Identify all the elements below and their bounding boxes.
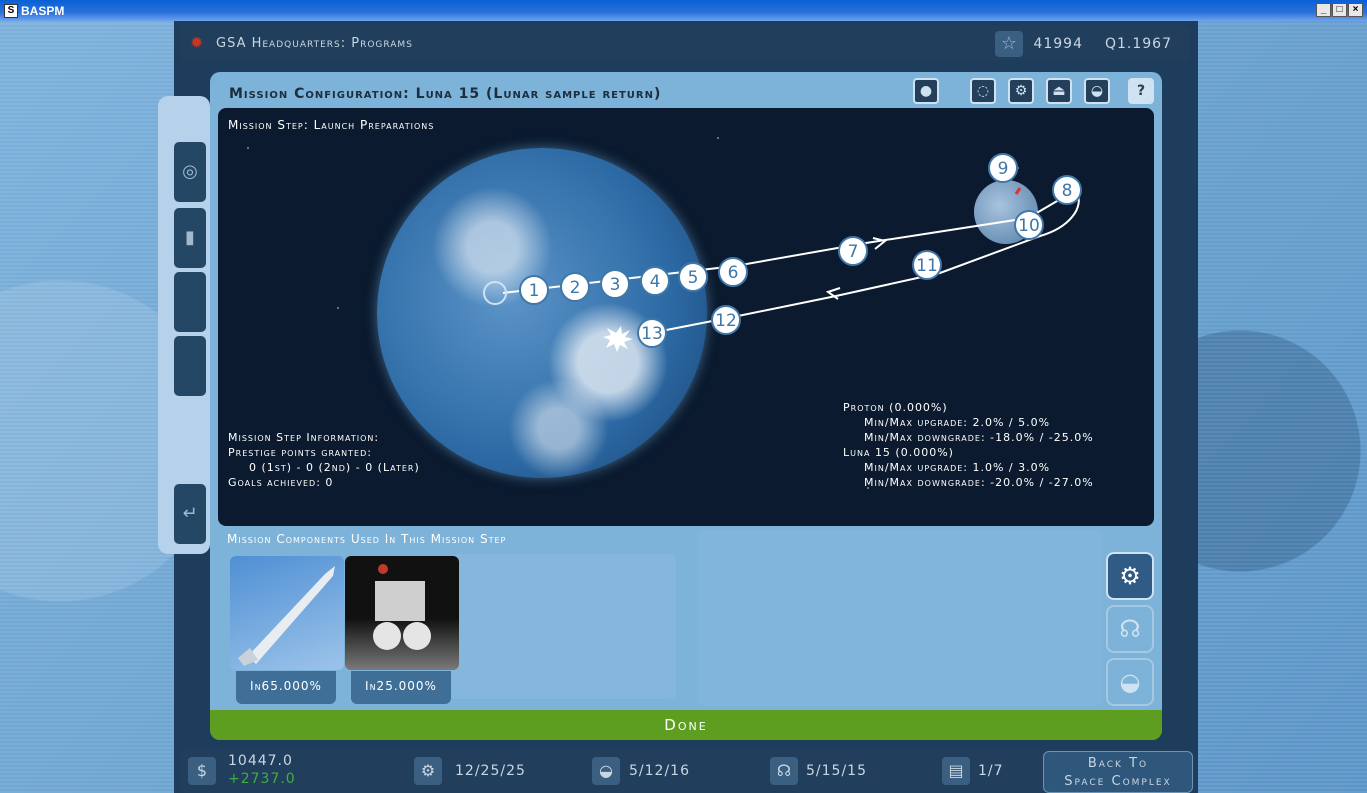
step-node-9: 9	[988, 153, 1018, 183]
hq-header: ✹ GSA Headquarters: Programs ☆ 41994 Q1.…	[180, 25, 1190, 61]
svg-text:8: 8	[1062, 181, 1073, 201]
orbit-tab-icon[interactable]: ◎	[174, 142, 206, 202]
step-node-6: 6	[718, 257, 748, 287]
back-line-2: Space Complex	[1064, 774, 1172, 789]
svg-text:9: 9	[998, 159, 1009, 179]
rocket-image	[230, 556, 344, 670]
return-icon[interactable]: ↵	[174, 484, 206, 544]
gear-icon[interactable]: ⚙	[1008, 78, 1034, 104]
funds-icon[interactable]: $	[188, 757, 216, 785]
programs-count: 1/7	[978, 763, 1004, 779]
svg-text:11: 11	[916, 256, 938, 276]
component-reliability: Proton (0.000%) Min/Max upgrade: 2.0% / …	[843, 400, 1094, 490]
star-icon[interactable]: ☆	[995, 31, 1024, 57]
prestige-label: Prestige points granted:	[228, 446, 372, 459]
svg-text:10: 10	[1018, 216, 1040, 236]
funds-value: 10447.0	[228, 753, 293, 769]
step-node-8: 8	[1052, 175, 1082, 205]
headset-status-icon[interactable]: ☊	[770, 757, 798, 785]
back-to-space-complex-button[interactable]: Back To Space Complex	[1043, 751, 1193, 793]
side-tabs: ◎ ▮ ↵	[158, 96, 210, 554]
help-icon[interactable]: ?	[1128, 78, 1154, 104]
component-1-upgrade: Min/Max upgrade: 2.0% / 5.0%	[864, 416, 1051, 429]
components-heading: Mission Components Used In This Mission …	[227, 532, 507, 546]
svg-text:2: 2	[570, 278, 581, 298]
step-node-4: 4	[640, 266, 670, 296]
funds-delta: +2737.0	[228, 771, 296, 787]
background-description	[450, 554, 676, 699]
component-1-downgrade: Min/Max downgrade: -18.0% / -25.0%	[864, 431, 1094, 444]
helmet-icon[interactable]: ◒	[1084, 78, 1110, 104]
step-node-11: 11	[912, 250, 942, 280]
helmet-button-icon[interactable]: ◒	[1106, 658, 1154, 706]
svg-text:1: 1	[529, 281, 540, 301]
step-info-heading: Mission Step Information:	[228, 431, 380, 444]
window-titlebar: S BASPM _ □ ×	[0, 0, 1367, 21]
agency-logo-icon: ✹	[190, 33, 205, 52]
headset-icon[interactable]: ☊	[1106, 605, 1154, 653]
close-button[interactable]: ×	[1348, 3, 1363, 17]
astronaut-count: 5/12/16	[629, 763, 690, 779]
svg-text:12: 12	[715, 311, 737, 331]
status-bar: $ 10447.0 +2737.0 ⚙ 12/25/25 ◒ 5/12/16 ☊…	[180, 750, 1195, 793]
folder-icon[interactable]: ▤	[942, 757, 970, 785]
hardware-count: 12/25/25	[455, 763, 526, 779]
game-date: Q1.1967	[1104, 36, 1172, 52]
gear-button[interactable]: ⚙	[1106, 552, 1154, 600]
mission-panel: Mission Configuration: Luna 15 (Lunar sa…	[210, 72, 1162, 740]
step-node-10: 10	[1014, 210, 1044, 240]
app-icon: S	[4, 3, 18, 18]
panel-title: Mission Configuration: Luna 15 (Lunar sa…	[229, 86, 662, 102]
component-1-name: Proton (0.000%)	[843, 401, 948, 414]
svg-text:6: 6	[728, 263, 739, 283]
crew-count: 5/15/15	[806, 763, 867, 779]
rocket-tab-icon[interactable]: ▮	[174, 208, 206, 268]
astronaut-helmet-icon[interactable]: ◒	[592, 757, 620, 785]
side-tab-4[interactable]	[174, 336, 206, 396]
component-2-upgrade: Min/Max upgrade: 1.0% / 3.0%	[864, 461, 1051, 474]
step-information: Mission Step Information: Prestige point…	[228, 430, 420, 490]
component-2-downgrade: Min/Max downgrade: -20.0% / -27.0%	[864, 476, 1094, 489]
component-2-name: Luna 15 (0.000%)	[843, 446, 954, 459]
back-line-1: Back To	[1087, 756, 1149, 771]
hq-title: GSA Headquarters: Programs	[216, 35, 413, 51]
background-panel	[698, 530, 1102, 706]
hardware-gear-icon[interactable]: ⚙	[414, 757, 442, 785]
maximize-button[interactable]: □	[1332, 3, 1347, 17]
orbit-icon[interactable]: ◌	[970, 78, 996, 104]
component-card-rocket[interactable]: In65.000%	[230, 556, 344, 706]
prestige-values: 0 (1st) - 0 (2nd) - 0 (Later)	[249, 461, 420, 474]
mission-map: Mission Step: Launch Preparations 1 2 3 …	[218, 108, 1154, 526]
svg-text:3: 3	[610, 275, 621, 295]
svg-text:13: 13	[641, 324, 663, 344]
svg-text:5: 5	[688, 268, 699, 288]
component-1-label: In65.000%	[236, 671, 336, 704]
component-card-probe[interactable]: In25.000%	[345, 556, 459, 706]
step-node-5: 5	[678, 262, 708, 292]
probe-image	[345, 556, 459, 670]
component-2-label: In25.000%	[351, 671, 451, 704]
prestige-value: 41994	[1033, 36, 1083, 52]
step-node-13: 13	[637, 318, 667, 348]
svg-text:7: 7	[848, 242, 859, 262]
step-node-12: 12	[711, 305, 741, 335]
launchpad-icon[interactable]: ⏏	[1046, 78, 1072, 104]
step-node-7: 7	[838, 236, 868, 266]
minimize-button[interactable]: _	[1316, 3, 1331, 17]
svg-text:4: 4	[650, 272, 661, 292]
circle-icon[interactable]: ●	[913, 78, 939, 104]
side-tab-3[interactable]	[174, 272, 206, 332]
window-title: BASPM	[21, 3, 65, 18]
step-node-2: 2	[560, 272, 590, 302]
goals-achieved: Goals achieved: 0	[228, 476, 334, 489]
step-node-3: 3	[600, 269, 630, 299]
done-button[interactable]: Done	[210, 710, 1162, 740]
step-node-1: 1	[519, 275, 549, 305]
